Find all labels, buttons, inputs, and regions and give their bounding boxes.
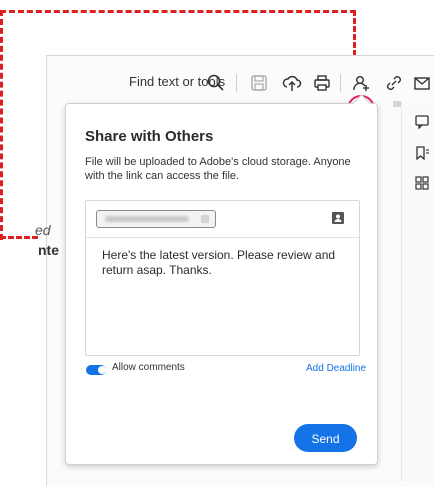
send-button[interactable]: Send — [294, 424, 357, 452]
grid-icon[interactable] — [414, 175, 430, 191]
share-dialog: Share with Others File will be uploaded … — [65, 94, 378, 465]
toggle-knob — [98, 366, 106, 374]
mail-icon[interactable] — [412, 73, 432, 93]
annotation-dashed-line-top — [0, 10, 356, 13]
chip-remove-icon[interactable] — [201, 215, 209, 223]
document-text-fragment: ed — [35, 222, 51, 238]
toolbar-divider — [340, 74, 341, 92]
document-text-fragment: nte — [38, 242, 59, 258]
recipient-chip[interactable] — [96, 210, 216, 228]
dialog-description: File will be uploaded to Adobe's cloud s… — [85, 156, 351, 182]
comment-icon[interactable] — [414, 114, 430, 130]
link-icon[interactable] — [384, 73, 404, 93]
annotation-dashed-line-bottom — [0, 236, 38, 239]
annotation-dashed-line-right — [353, 10, 356, 56]
redacted-email — [105, 216, 189, 222]
bookmark-icon[interactable] — [414, 145, 430, 161]
recipient-input[interactable] — [86, 201, 359, 238]
print-icon[interactable] — [312, 73, 332, 93]
allow-comments-toggle[interactable] — [86, 365, 106, 375]
right-rail — [401, 101, 434, 481]
message-textarea[interactable]: Here's the latest version. Please review… — [102, 248, 352, 278]
allow-comments-label: Allow comments — [112, 362, 185, 373]
address-book-icon[interactable] — [331, 211, 345, 225]
add-deadline-link[interactable]: Add Deadline — [306, 363, 366, 374]
search-icon[interactable] — [206, 73, 226, 93]
scrollbar[interactable] — [393, 101, 401, 107]
share-user-icon[interactable] — [351, 73, 371, 93]
toolbar: Find text or tools — [46, 65, 434, 101]
upload-icon[interactable] — [282, 73, 302, 93]
save-icon[interactable] — [249, 73, 269, 93]
annotation-dashed-line-left — [0, 10, 3, 240]
toolbar-divider — [236, 74, 237, 92]
share-form: Here's the latest version. Please review… — [85, 200, 360, 356]
dialog-title: Share with Others — [85, 128, 214, 145]
